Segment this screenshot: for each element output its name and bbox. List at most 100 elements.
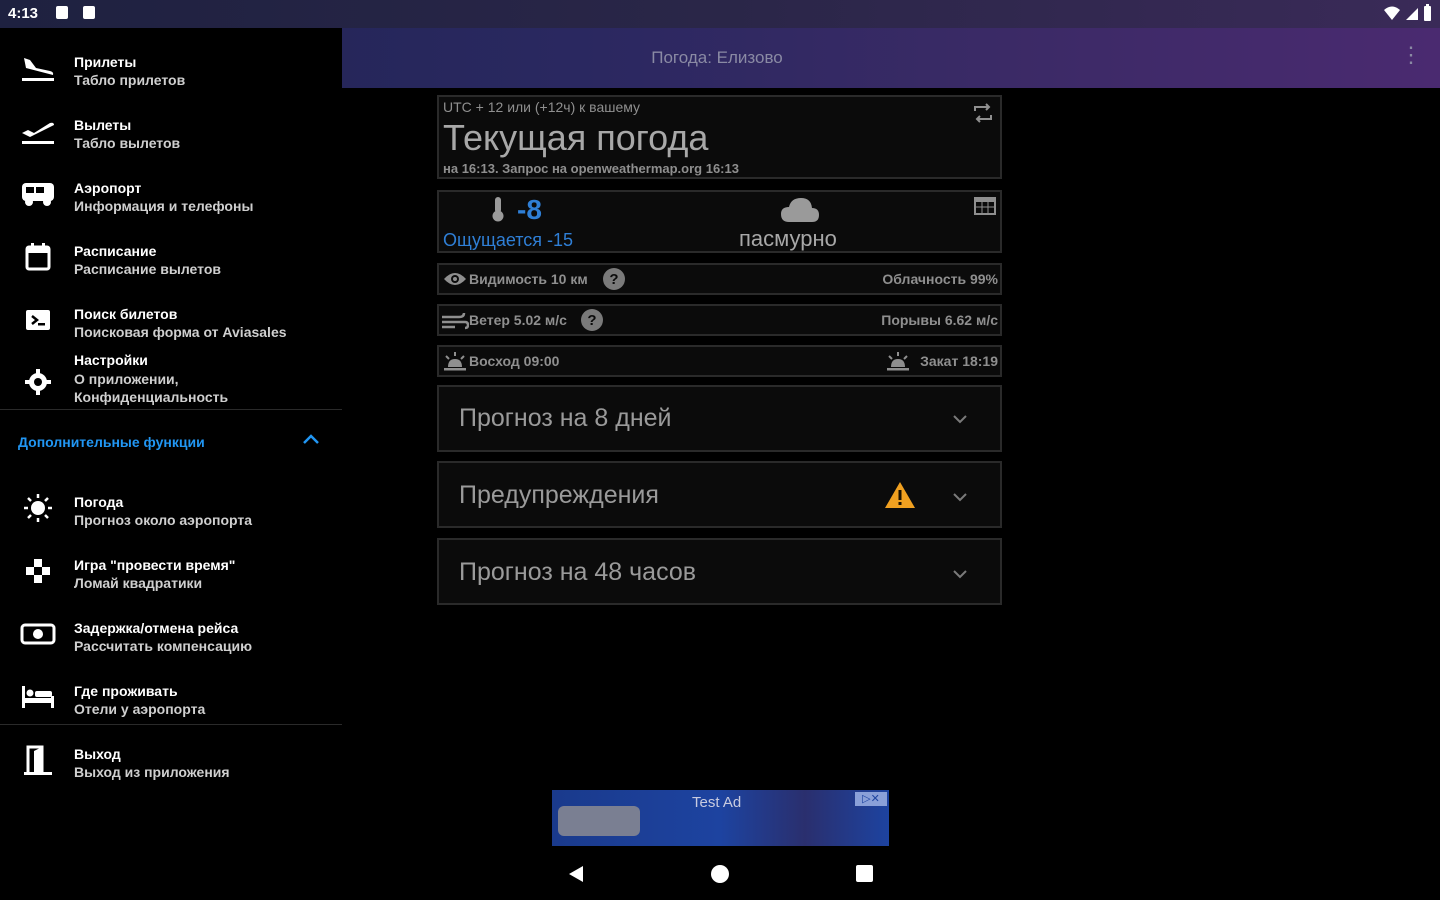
flight-land-icon: [18, 48, 58, 88]
drawer-item-title: Где проживать: [74, 683, 178, 699]
calendar-icon: [18, 237, 58, 277]
temperature-card: -8 Ощущается -15 пасмурно: [437, 190, 1002, 253]
temperature-value: -8: [517, 194, 542, 225]
drawer-item-subtitle: Прогноз около аэропорта: [74, 512, 253, 528]
forecast-8-days-section[interactable]: Прогноз на 8 дней: [437, 385, 1002, 452]
drawer-item-subtitle: Ломай квадратики: [74, 575, 203, 591]
weather-condition-text: пасмурно: [739, 226, 837, 251]
sunset-icon: [886, 352, 910, 377]
drawer-divider: [0, 724, 342, 725]
drawer-item-subtitle: О приложении,: [74, 371, 179, 387]
chevron-up-icon[interactable]: [302, 432, 320, 451]
notification-icon: [56, 6, 68, 19]
drawer-item-game[interactable]: Игра "провести время" Ломай квадратики: [0, 551, 342, 611]
drawer-item-subtitle: Табло прилетов: [74, 72, 186, 88]
drawer-item-hotels[interactable]: Где проживать Отели у аэропорта: [0, 677, 342, 737]
chevron-down-icon[interactable]: [952, 412, 968, 430]
drawer-item-schedule[interactable]: Расписание Расписание вылетов: [0, 237, 342, 297]
drawer-item-subtitle: Отели у аэропорта: [74, 701, 206, 717]
sun-times-row: Восход 09:00 Закат 18:19: [437, 345, 1002, 377]
wind-row: Ветер 5.02 м/с ? Порывы 6.62 м/с: [437, 304, 1002, 336]
wind-text: Ветер 5.02 м/с: [469, 312, 567, 328]
overflow-menu-icon[interactable]: ⋮: [1400, 44, 1422, 66]
section-title: Прогноз на 8 дней: [459, 404, 672, 432]
cloudiness-text: Облачность 99%: [882, 271, 998, 287]
drawer-item-subtitle: Выход из приложения: [74, 764, 230, 780]
warnings-section[interactable]: Предупреждения: [437, 461, 1002, 528]
ad-close-icon[interactable]: ▷✕: [855, 792, 887, 806]
ticket-search-icon: [18, 300, 58, 340]
drawer-item-subtitle: Табло вылетов: [74, 135, 181, 151]
ad-banner[interactable]: Test Ad ▷✕: [552, 790, 889, 846]
drawer-item-subtitle: Конфиденциальность: [74, 389, 229, 405]
settings-icon: [18, 362, 58, 402]
feels-like-text: Ощущается -15: [443, 230, 574, 250]
ad-label: Test Ad: [692, 794, 742, 811]
chevron-down-icon[interactable]: [952, 490, 968, 508]
drawer-item-title: Погода: [74, 494, 124, 510]
drawer-item-title: Расписание: [74, 243, 157, 259]
drawer-section-extra[interactable]: Дополнительные функции: [18, 434, 205, 450]
money-icon: [18, 614, 58, 654]
drawer-item-airport[interactable]: Аэропорт Информация и телефоны: [0, 174, 342, 234]
navigation-drawer: Прилеты Табло прилетов Вылеты Табло выле…: [0, 28, 342, 900]
status-bar: 4:13: [0, 0, 1440, 28]
drawer-item-departures[interactable]: Вылеты Табло вылетов: [0, 111, 342, 171]
drawer-item-title: Настройки: [74, 352, 148, 368]
drawer-item-arrivals[interactable]: Прилеты Табло прилетов: [0, 48, 342, 108]
wind-icon: [441, 311, 470, 336]
refresh-icon[interactable]: [972, 103, 994, 128]
drawer-item-subtitle: Расписание вылетов: [74, 261, 221, 277]
status-time: 4:13: [8, 5, 39, 22]
sun-icon: [18, 488, 58, 528]
drawer-item-subtitle: Информация и телефоны: [74, 198, 254, 214]
flight-takeoff-icon: [18, 111, 58, 151]
drawer-divider: [0, 409, 342, 410]
drawer-item-subtitle: Рассчитать компенсацию: [74, 638, 253, 654]
sunset-text: Закат 18:19: [920, 353, 998, 369]
sunrise-icon: [443, 352, 467, 377]
drawer-item-exit[interactable]: Выход Выход из приложения: [0, 740, 342, 800]
home-icon[interactable]: [711, 865, 729, 883]
sd-card-icon: [83, 6, 95, 19]
battery-icon: [1424, 4, 1431, 21]
drawer-item-title: Прилеты: [74, 54, 137, 70]
visibility-text: Видимость 10 км: [469, 271, 588, 287]
help-icon[interactable]: ?: [603, 268, 625, 290]
drawer-item-delay-compensation[interactable]: Задержка/отмена рейса Рассчитать компенс…: [0, 614, 342, 674]
current-weather-card: UTC + 12 или (+12ч) к вашему Текущая пог…: [437, 95, 1002, 179]
timezone-text: UTC + 12 или (+12ч) к вашему: [443, 99, 641, 115]
current-weather-heading: Текущая погода: [443, 117, 709, 158]
hotel-bed-icon: [18, 677, 58, 717]
eye-icon: [443, 271, 467, 292]
drawer-item-weather[interactable]: Погода Прогноз около аэропорта: [0, 488, 342, 548]
drawer-item-title: Задержка/отмена рейса: [74, 620, 239, 636]
signal-icon: [1406, 8, 1418, 20]
drawer-item-title: Игра "провести время": [74, 557, 236, 573]
ad-image: [558, 806, 640, 836]
table-icon[interactable]: [974, 197, 996, 220]
sunrise-text: Восход 09:00: [469, 353, 560, 369]
thermometer-icon: [491, 196, 505, 227]
chevron-down-icon[interactable]: [952, 567, 968, 585]
wifi-icon: [1384, 6, 1400, 20]
drawer-item-title: Выход: [74, 746, 121, 762]
forecast-48-hours-section[interactable]: Прогноз на 48 часов: [437, 538, 1002, 605]
warning-icon: [883, 480, 917, 515]
visibility-row: Видимость 10 км ? Облачность 99%: [437, 263, 1002, 295]
drawer-item-settings[interactable]: Настройки О приложении, Конфиденциальнос…: [0, 350, 342, 410]
section-title: Предупреждения: [459, 481, 659, 509]
drawer-item-title: Поиск билетов: [74, 306, 178, 322]
bus-icon: [18, 174, 58, 214]
recents-icon[interactable]: [856, 865, 873, 882]
help-icon[interactable]: ?: [581, 309, 603, 331]
gusts-text: Порывы 6.62 м/с: [881, 312, 998, 328]
status-indicators: [1383, 4, 1432, 22]
drawer-item-title: Аэропорт: [74, 180, 142, 196]
section-title: Прогноз на 48 часов: [459, 558, 697, 586]
drawer-item-subtitle: Поисковая форма от Aviasales: [74, 324, 287, 340]
back-icon[interactable]: [566, 864, 586, 889]
cloud-icon: [779, 196, 821, 229]
drawer-item-title: Вылеты: [74, 117, 132, 133]
game-icon: [18, 551, 58, 591]
